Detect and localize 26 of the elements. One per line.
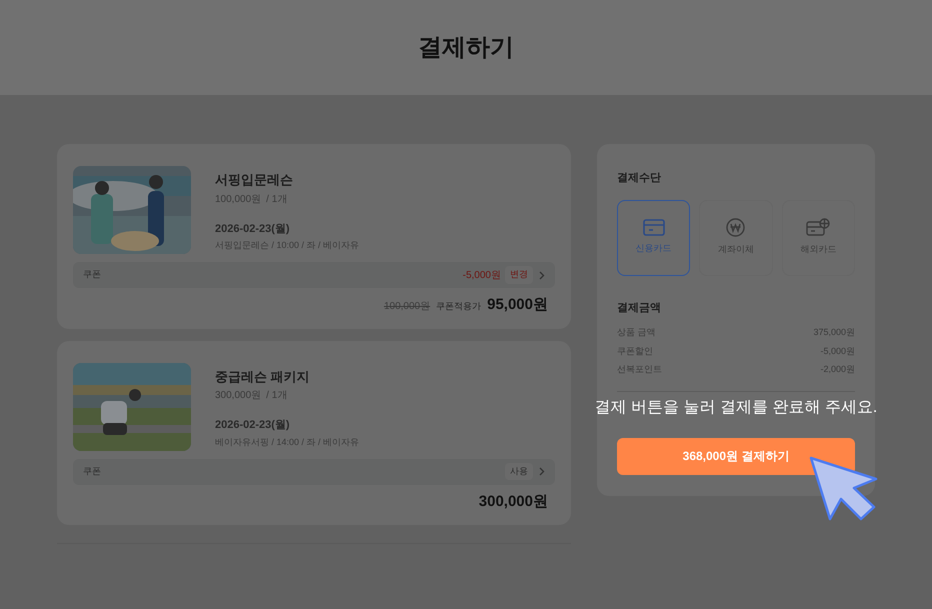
coupon-price-label: 쿠폰적용가 (436, 300, 482, 313)
won-icon (726, 218, 746, 238)
section-title: 결제금액 (617, 300, 662, 316)
chevron-right-icon (539, 270, 545, 280)
coupon-discount: -5,000원 (462, 268, 501, 282)
final-price: 95,000원 (487, 295, 548, 315)
pay-button[interactable]: 368,000원 결제하기 (617, 438, 855, 474)
coupon-row[interactable]: 쿠폰 -5,000원 변경 (73, 262, 555, 288)
coupon-row[interactable]: 쿠폰 사용 (73, 458, 555, 484)
globe-card-icon (806, 218, 830, 238)
product-name: 서핑입문레슨 (215, 171, 294, 189)
page-title: 결제하기 (418, 32, 514, 62)
product-name: 중급레슨 패키지 (215, 368, 311, 386)
coupon-action[interactable]: 사용 (505, 462, 533, 480)
lesson-date: 2026-02-23(월) (215, 418, 291, 433)
coupon-action[interactable]: 변경 (505, 266, 533, 284)
coupon-label: 쿠폰 (83, 268, 101, 282)
card-icon (642, 219, 665, 236)
lesson-date: 2026-02-23(월) (215, 222, 291, 236)
chevron-right-icon (539, 467, 545, 476)
section-title: 결제수단 (617, 171, 662, 186)
final-price: 300,000원 (478, 492, 548, 512)
guide-text: 결제 버튼을 눌러 결제를 완료해 주세요. (594, 398, 878, 418)
coupon-label: 쿠폰 (83, 464, 101, 478)
payment-method-button[interactable]: 신용카드 (617, 200, 690, 276)
cursor-arrow-icon (808, 455, 880, 523)
